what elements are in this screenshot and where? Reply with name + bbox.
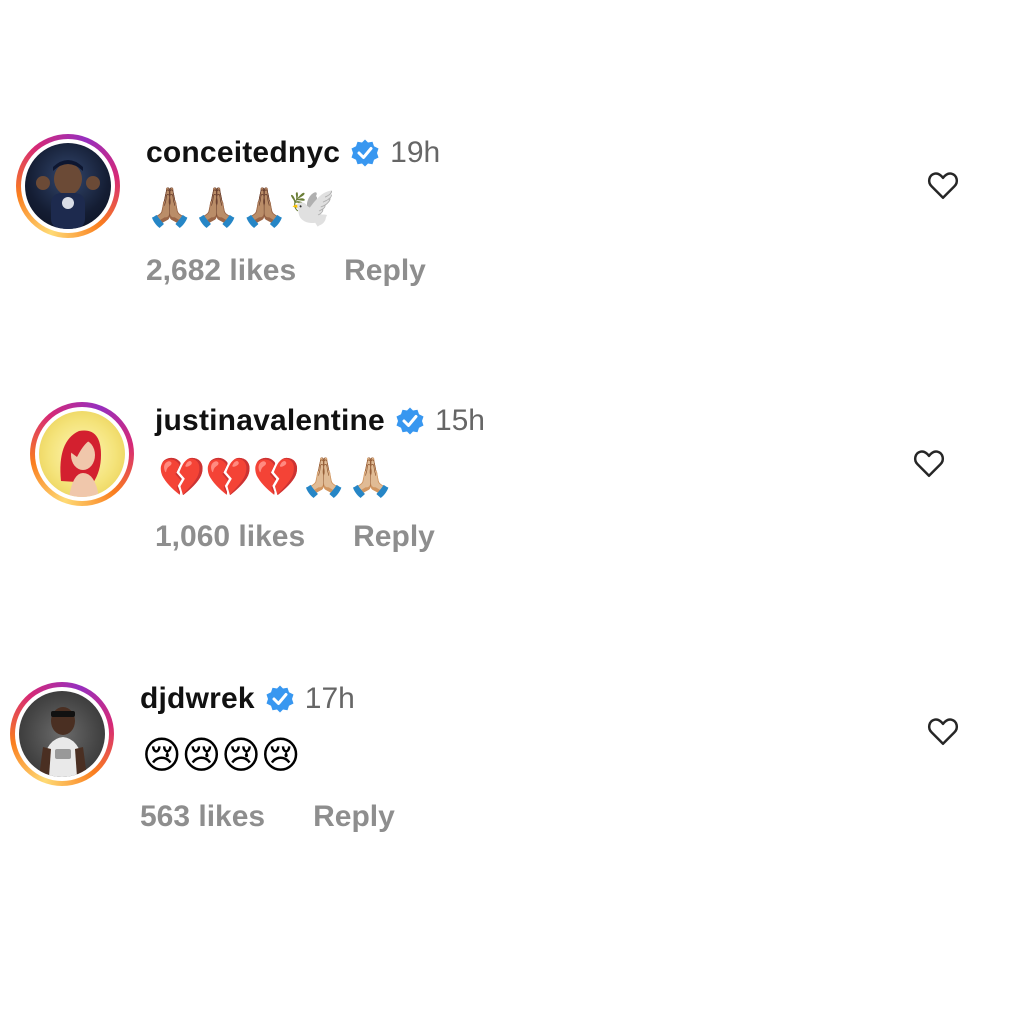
comment-emoji-text: 😢😢😢😢 — [142, 735, 301, 777]
avatar — [19, 691, 105, 777]
avatar-story-ring[interactable] — [30, 402, 134, 506]
heart-outline-icon[interactable] — [926, 714, 960, 748]
comment-timestamp: 17h — [304, 682, 355, 715]
likes-count[interactable]: 563 likes — [140, 800, 265, 834]
avatar-story-ring[interactable] — [10, 682, 114, 786]
comment-timestamp: 19h — [390, 136, 441, 169]
likes-count[interactable]: 1,060 likes — [155, 520, 305, 554]
avatar-image — [60, 430, 101, 497]
reply-button[interactable]: Reply — [353, 520, 435, 554]
heart-outline-icon[interactable] — [926, 168, 960, 202]
comment-username[interactable]: djdwrek — [140, 682, 255, 716]
comment-username[interactable]: conceitednyc — [146, 136, 340, 170]
avatar-image — [36, 160, 100, 229]
comment-emoji-text: 💔💔💔🙏🏼🙏🏼 — [158, 457, 395, 499]
comment-emoji-text: 🙏🏽🙏🏽🙏🏽🕊️ — [146, 187, 336, 229]
comment-timestamp: 15h — [434, 404, 485, 437]
reply-button[interactable]: Reply — [344, 254, 426, 288]
avatar-image — [39, 707, 87, 777]
comment-text: 🙏🏽🙏🏽🙏🏽🕊️ — [146, 182, 335, 234]
avatar — [39, 411, 125, 497]
verified-badge-icon — [351, 139, 379, 167]
verified-badge-icon — [266, 685, 294, 713]
avatar-story-ring[interactable] — [16, 134, 120, 238]
comment-username[interactable]: justinavalentine — [155, 404, 385, 438]
heart-outline-icon[interactable] — [912, 446, 946, 480]
verified-badge-icon — [396, 407, 424, 435]
comment-text: 😢😢😢😢 — [142, 730, 300, 782]
reply-button[interactable]: Reply — [313, 800, 395, 834]
comment-text: 💔💔💔🙏🏼🙏🏼 — [158, 452, 395, 504]
avatar — [25, 143, 111, 229]
likes-count[interactable]: 2,682 likes — [146, 254, 296, 288]
